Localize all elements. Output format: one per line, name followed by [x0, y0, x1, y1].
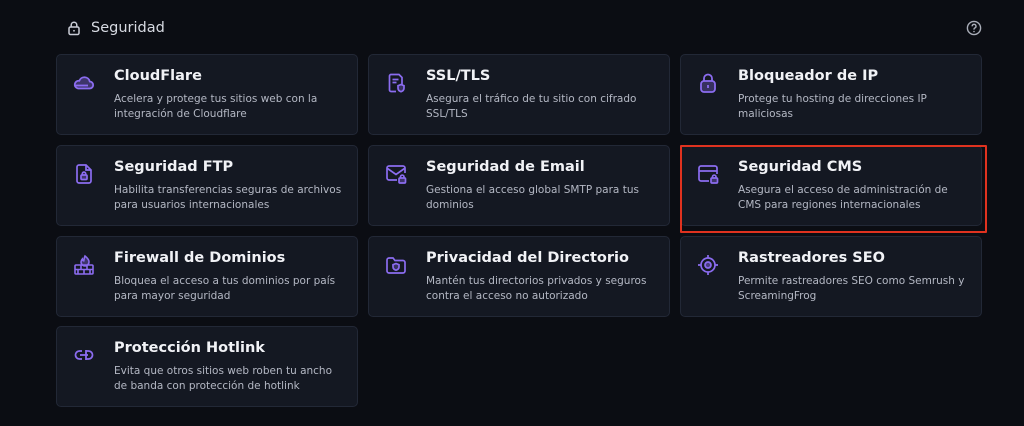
card-title: CloudFlare	[114, 68, 202, 84]
card-description: Gestiona el acceso global SMTP para tus …	[426, 184, 639, 211]
card-ssl-tls[interactable]: SSL/TLS Asegura el tráfico de tu sitio c…	[368, 54, 670, 135]
crosshair-icon	[698, 255, 718, 275]
card-cms-security[interactable]: Seguridad CMS Asegura el acceso de admin…	[680, 145, 982, 226]
lock-icon	[68, 21, 80, 36]
help-circle-icon[interactable]	[966, 20, 982, 36]
card-directory-privacy[interactable]: Privacidad del Directorio Mantén tus dir…	[368, 236, 670, 317]
firewall-icon	[74, 254, 94, 275]
mail-lock-icon	[386, 165, 407, 184]
link-icon	[74, 350, 94, 360]
card-ip-blocker[interactable]: Bloqueador de IP Protege tu hosting de d…	[680, 54, 982, 135]
card-title: SSL/TLS	[426, 68, 491, 84]
card-domain-firewall[interactable]: Firewall de Dominios Bloquea el acceso a…	[56, 236, 358, 317]
card-description: Acelera y protege tus sitios web con la …	[114, 93, 318, 120]
card-ftp-security[interactable]: Seguridad FTP Habilita transferencias se…	[56, 145, 358, 226]
card-description: Habilita transferencias seguras de archi…	[114, 184, 342, 211]
card-title: Rastreadores SEO	[738, 250, 885, 266]
cloud-icon	[73, 76, 95, 90]
card-hotlink-protection[interactable]: Protección Hotlink Evita que otros sitio…	[56, 326, 358, 407]
card-description: Evita que otros sitios web roben tu anch…	[114, 365, 333, 392]
card-description: Mantén tus directorios privados y seguro…	[426, 275, 647, 302]
card-description: Asegura el tráfico de tu sitio con cifra…	[426, 93, 637, 120]
card-description: Asegura el acceso de administración de C…	[738, 184, 948, 211]
card-email-security[interactable]: Seguridad de Email Gestiona el acceso gl…	[368, 145, 670, 226]
card-title: Firewall de Dominios	[114, 250, 286, 266]
card-seo-crawlers[interactable]: Rastreadores SEO Permite rastreadores SE…	[680, 236, 982, 317]
card-title: Seguridad FTP	[114, 159, 234, 175]
card-title: Privacidad del Directorio	[426, 250, 629, 266]
card-description: Protege tu hosting de direcciones IP mal…	[738, 93, 927, 120]
folder-shield-icon	[386, 257, 406, 274]
card-description: Permite rastreadores SEO como Semrush y …	[738, 275, 965, 302]
section-header: Seguridad	[66, 16, 986, 40]
padlock-icon	[700, 73, 716, 93]
card-description: Bloquea el acceso a tus dominios por paí…	[114, 275, 336, 302]
card-title: Seguridad de Email	[426, 159, 585, 175]
section-title: Seguridad	[91, 20, 165, 36]
card-title: Seguridad CMS	[738, 159, 863, 175]
card-title: Protección Hotlink	[114, 340, 265, 356]
card-cloudflare[interactable]: CloudFlare Acelera y protege tus sitios …	[56, 54, 358, 135]
file-lock-icon	[76, 164, 92, 184]
browser-lock-icon	[698, 165, 719, 184]
certificate-icon	[388, 73, 405, 93]
card-title: Bloqueador de IP	[738, 68, 879, 84]
